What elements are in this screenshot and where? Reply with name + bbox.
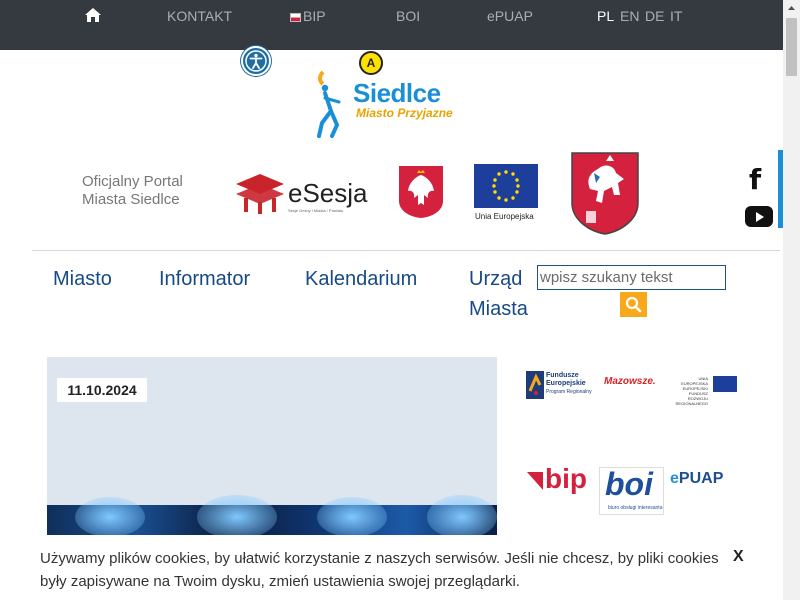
topbar-link-bip-label: BIP bbox=[303, 8, 326, 24]
nav-urzad-miasta[interactable]: Urząd Miasta bbox=[469, 264, 539, 324]
fundusze-europejskie-text: Fundusze Europejskie Program Regionalny bbox=[546, 372, 592, 396]
fundusze-europejskie-logo[interactable]: Fundusze Europejskie Program Regionalny bbox=[526, 371, 596, 401]
lang-it[interactable]: IT bbox=[670, 8, 682, 24]
header-divider bbox=[32, 250, 780, 251]
portal-title-line1: Oficjalny Portal bbox=[82, 173, 183, 190]
portal-title: Oficjalny Portal Miasta Siedlce bbox=[82, 173, 212, 209]
ue-small-flag-icon bbox=[713, 376, 737, 392]
accessibility-button[interactable] bbox=[241, 46, 271, 76]
eu-flag-icon bbox=[474, 164, 538, 208]
ue-efrr-text: UNIA EUROPEJSKA EUROPEJSKI FUNDUSZ ROZWO… bbox=[675, 376, 708, 406]
fe-line3: Program Regionalny bbox=[546, 389, 592, 395]
bip-text: bip bbox=[545, 463, 587, 494]
esesja-subtitle: Sesje Gminy i Miasta / Powiatu bbox=[288, 208, 344, 213]
epuap-logo[interactable]: ePUAP bbox=[670, 470, 723, 488]
esesja-logo[interactable]: eSesja Sesje Gminy i Miasta / Powiatu bbox=[232, 170, 372, 216]
search-icon bbox=[625, 296, 642, 313]
fe-line2: Europejskie bbox=[546, 380, 586, 387]
logo-name: Siedlce bbox=[353, 78, 441, 108]
topbar-link-boi[interactable]: BOI bbox=[396, 8, 420, 24]
topbar-link-epuap[interactable]: ePUAP bbox=[487, 8, 533, 24]
home-icon[interactable] bbox=[84, 7, 102, 23]
scroll-thumb[interactable] bbox=[786, 18, 797, 76]
lang-pl[interactable]: PL bbox=[597, 8, 614, 24]
city-logo[interactable]: Siedlce Miasto Przyjazne bbox=[313, 68, 473, 140]
mazowsze-logo[interactable]: Mazowsze. bbox=[604, 376, 656, 387]
ue-efrr-logo[interactable]: UNIA EUROPEJSKA EUROPEJSKI FUNDUSZ ROZWO… bbox=[672, 374, 742, 406]
stage-light bbox=[75, 497, 145, 537]
bip-logo[interactable]: bip bbox=[527, 463, 595, 495]
stage-light bbox=[427, 495, 497, 539]
stage-light bbox=[197, 495, 277, 539]
news-date-badge: 11.10.2024 bbox=[57, 378, 147, 402]
stage-light bbox=[317, 497, 387, 537]
cookie-close-button[interactable]: X bbox=[733, 548, 744, 566]
topbar-link-kontakt[interactable]: KONTAKT bbox=[167, 8, 232, 24]
scroll-up-arrow-icon[interactable] bbox=[783, 0, 800, 17]
logo-tagline: Miasto Przyjazne bbox=[356, 106, 453, 120]
boi-logo[interactable]: boi biuro obsługi interesanta bbox=[599, 466, 664, 515]
top-bar: KONTAKT BIP BOI ePUAP PL EN DE IT bbox=[0, 0, 783, 50]
nav-informator[interactable]: Informator bbox=[159, 264, 250, 294]
lang-de[interactable]: DE bbox=[645, 8, 664, 24]
search-input[interactable] bbox=[537, 265, 726, 290]
epuap-text: PUAP bbox=[678, 470, 724, 487]
boi-text: boi bbox=[605, 466, 653, 502]
boi-subtitle: biuro obsługi interesanta bbox=[608, 505, 663, 511]
nav-miasto[interactable]: Miasto bbox=[53, 264, 112, 294]
youtube-icon[interactable] bbox=[745, 206, 773, 227]
city-logo-figure-icon bbox=[317, 70, 341, 138]
siedlce-coat-of-arms-icon[interactable] bbox=[570, 151, 640, 235]
fundusze-europejskie-icon bbox=[526, 371, 544, 399]
cookie-banner: Używamy plików cookies, by ułatwić korzy… bbox=[0, 535, 783, 600]
esesja-name: eSesja bbox=[288, 178, 368, 208]
nav-kalendarium[interactable]: Kalendarium bbox=[305, 264, 417, 294]
eu-label: Unia Europejska bbox=[475, 212, 534, 221]
bip-flag-icon bbox=[290, 13, 301, 22]
epuap-e: e bbox=[670, 470, 679, 487]
social-accent-bar bbox=[778, 150, 783, 228]
fe-line1: Fundusze bbox=[546, 372, 579, 379]
accessibility-icon bbox=[245, 50, 267, 72]
lang-en[interactable]: EN bbox=[620, 8, 639, 24]
bip-mark-icon bbox=[527, 472, 543, 490]
cookie-text: Używamy plików cookies, by ułatwić korzy… bbox=[40, 550, 719, 590]
topbar-link-bip[interactable]: BIP bbox=[290, 8, 326, 24]
poland-emblem-icon[interactable] bbox=[398, 165, 444, 219]
eu-logo[interactable]: Unia Europejska bbox=[474, 164, 540, 224]
portal-title-line2: Miasta Siedlce bbox=[82, 191, 180, 208]
search-button[interactable] bbox=[620, 292, 647, 317]
esesja-e-icon bbox=[236, 174, 284, 214]
scrollbar[interactable] bbox=[783, 0, 800, 600]
facebook-icon[interactable]: f bbox=[749, 165, 761, 195]
